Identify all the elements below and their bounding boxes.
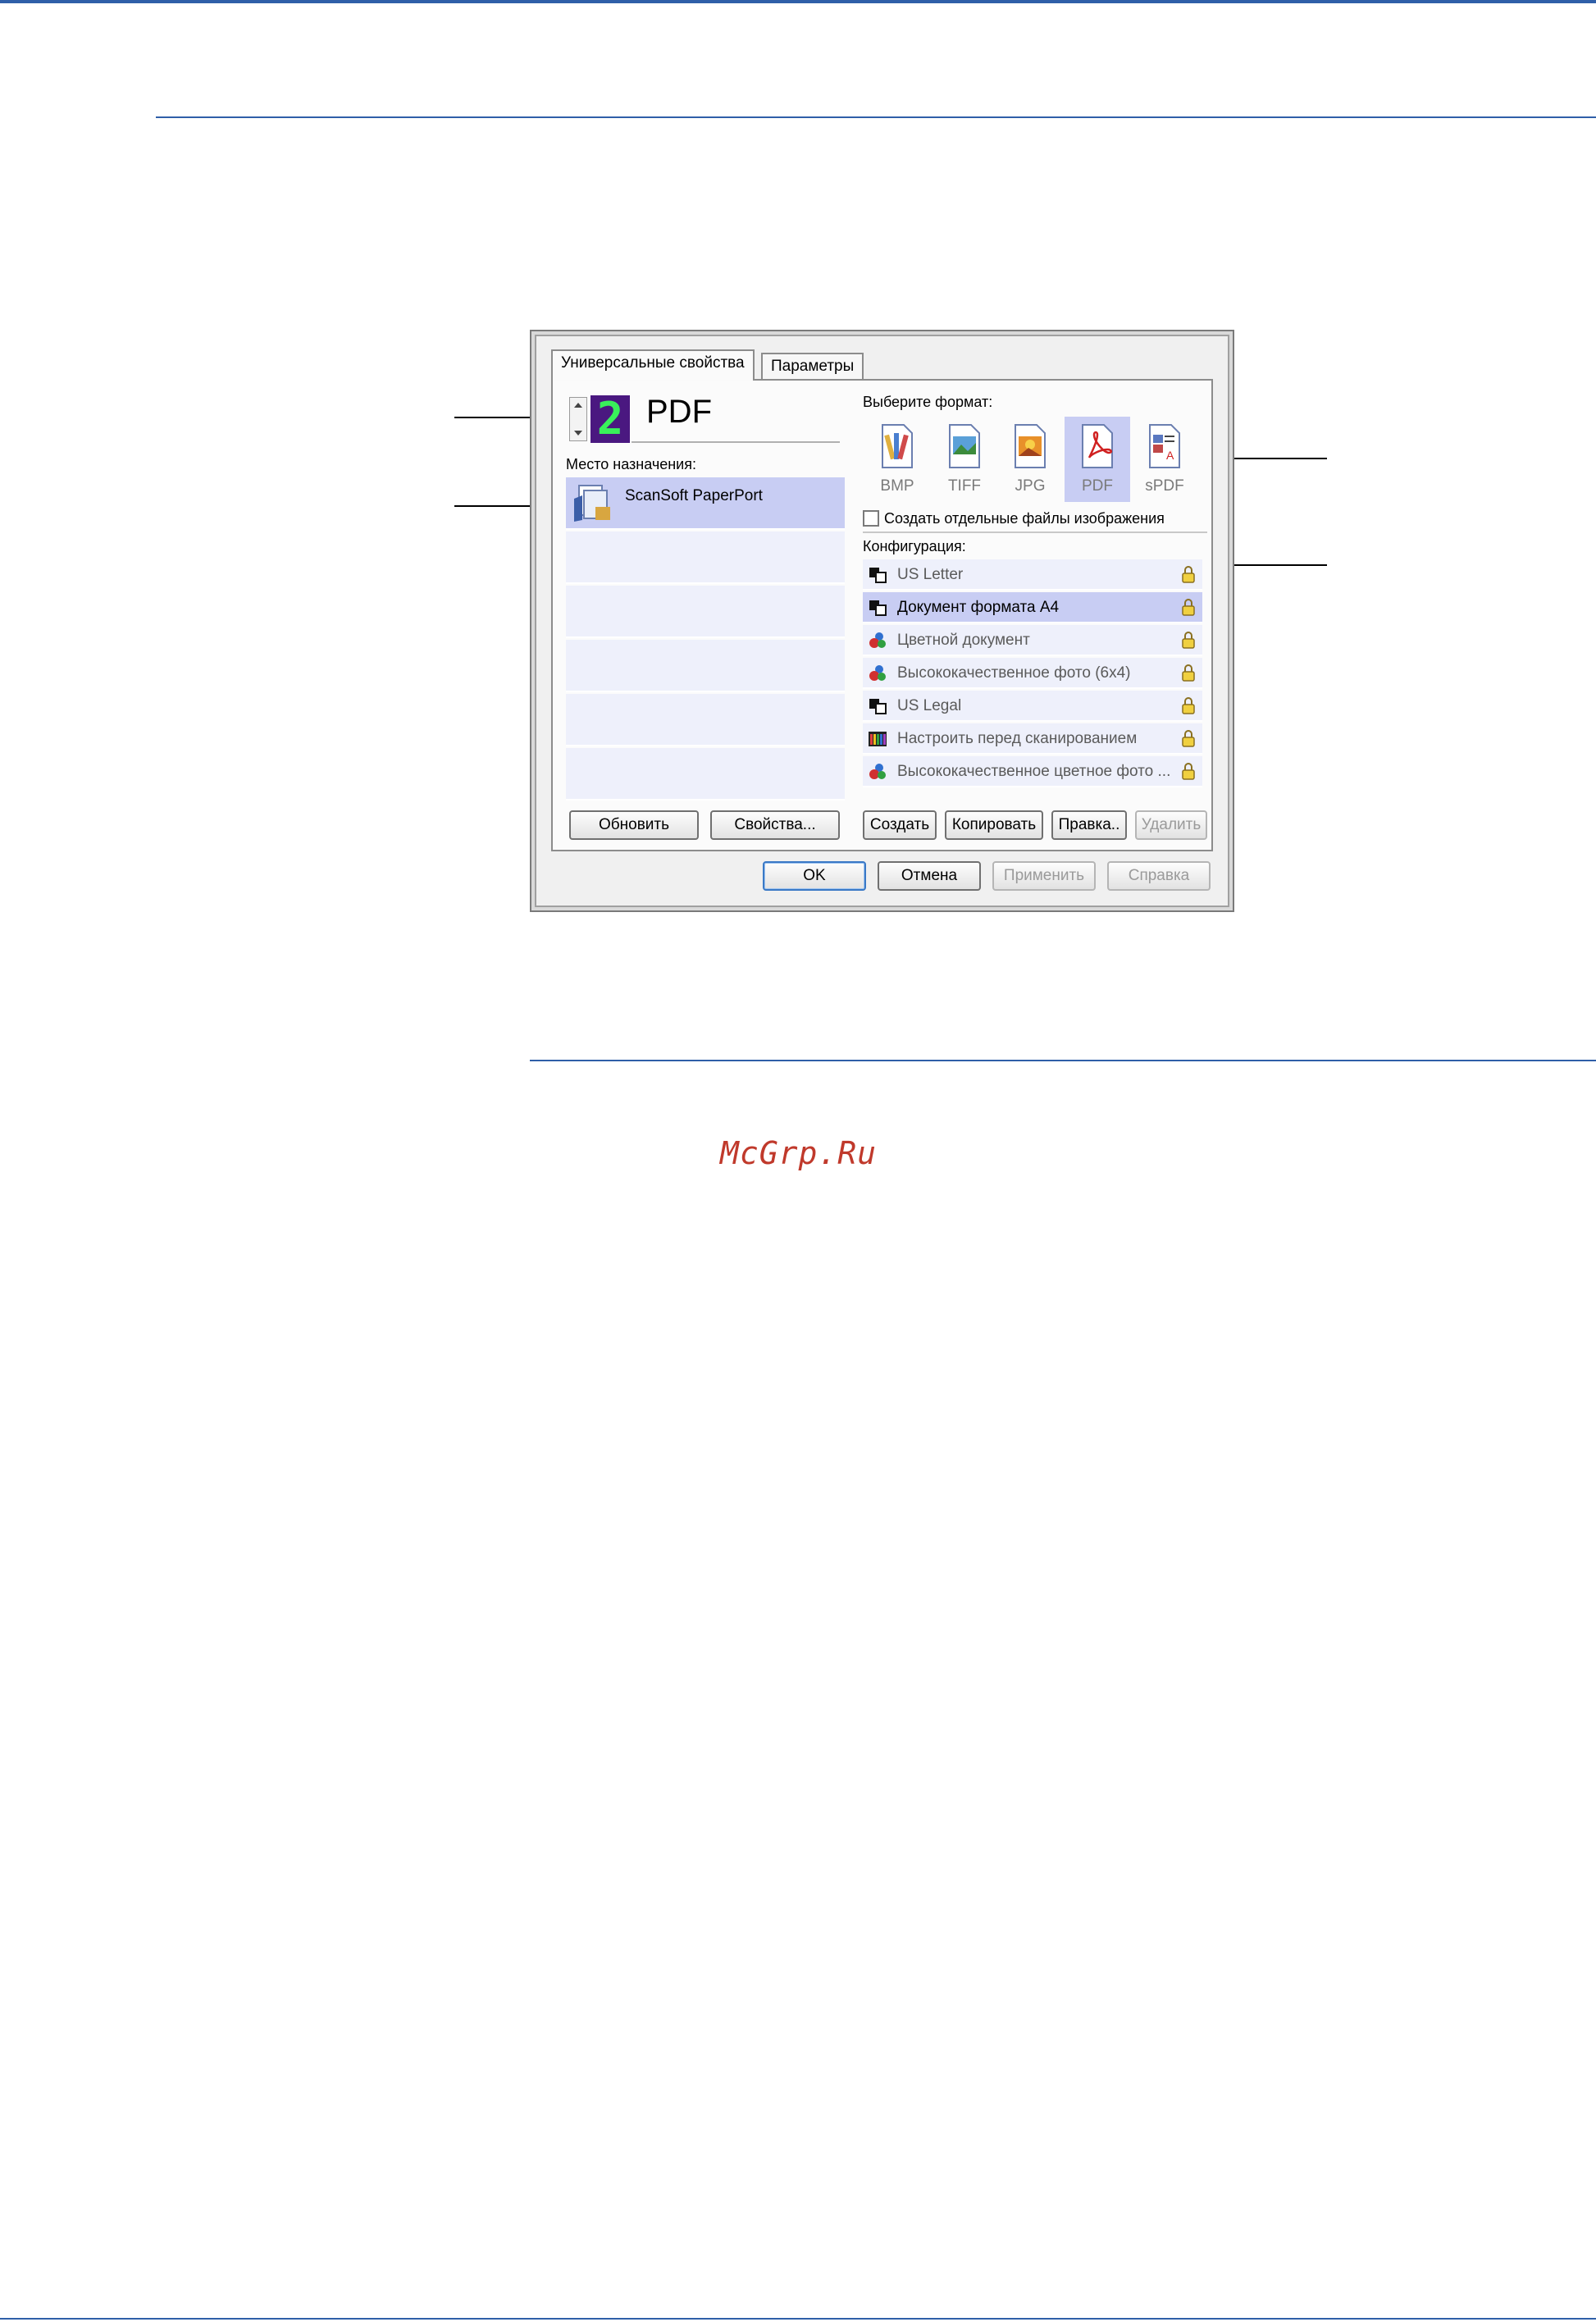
lock-icon — [1182, 566, 1195, 583]
destination-item[interactable]: ScanSoft PaperPort — [566, 477, 845, 530]
section-rule — [530, 1060, 1596, 1061]
tiff-file-icon — [949, 424, 980, 468]
destination-item-label: ScanSoft PaperPort — [625, 487, 763, 504]
tab-universal-properties[interactable]: Универсальные свойства — [551, 349, 755, 381]
format-jpg-label: JPG — [1015, 477, 1046, 495]
format-jpg[interactable]: JPG — [997, 417, 1063, 502]
color-config-icon — [869, 632, 886, 648]
config-item[interactable]: Высококачественное фото (6x4) — [863, 658, 1202, 689]
config-item[interactable]: Настроить перед сканированием — [863, 723, 1202, 755]
format-divider — [863, 531, 1207, 533]
svg-text:A: A — [1166, 449, 1174, 462]
watermark: McGrp.Ru — [720, 1135, 878, 1171]
config-item[interactable]: US Letter — [863, 559, 1202, 591]
edit-button[interactable]: Правка.. — [1051, 810, 1127, 840]
copy-button[interactable]: Копировать — [945, 810, 1043, 840]
separate-files-label[interactable]: Создать отдельные файлы изображения — [884, 510, 1165, 527]
format-spdf-label: sPDF — [1145, 477, 1184, 495]
create-button[interactable]: Создать — [863, 810, 937, 840]
configuration-label: Конфигурация: — [863, 538, 966, 554]
configure-config-icon — [869, 732, 887, 746]
format-bmp-label: BMP — [880, 477, 914, 495]
lock-icon — [1182, 599, 1195, 616]
color-config-icon — [869, 665, 886, 681]
pdf-file-icon — [1082, 424, 1113, 468]
config-item[interactable]: US Legal — [863, 691, 1202, 722]
lock-icon — [1182, 697, 1195, 714]
format-tiff[interactable]: TIFF — [932, 417, 997, 502]
format-spdf[interactable]: A sPDF — [1132, 417, 1197, 502]
destination-list: ScanSoft PaperPort — [566, 477, 845, 801]
destination-label: Место назначения: — [566, 456, 696, 472]
format-label: Выберите формат: — [863, 394, 993, 410]
config-item-label: Высококачественное фото (6x4) — [897, 664, 1131, 682]
bw-config-icon — [869, 699, 887, 714]
header-rule — [156, 116, 1596, 118]
config-item[interactable]: Документ формата A4 — [863, 592, 1202, 623]
lock-icon — [1182, 730, 1195, 747]
config-item-label: Цветной документ — [897, 632, 1030, 649]
format-pdf-label: PDF — [1082, 477, 1113, 495]
config-item-label: Высококачественное цветное фото ... — [897, 763, 1171, 780]
spdf-file-icon: A — [1149, 424, 1180, 468]
format-pdf[interactable]: PDF — [1065, 417, 1130, 502]
tab-parameters[interactable]: Параметры — [761, 353, 864, 381]
format-tiff-label: TIFF — [947, 477, 982, 495]
paperport-icon — [574, 485, 610, 522]
config-item-label: Документ формата A4 — [897, 599, 1060, 616]
destination-empty-row — [566, 640, 845, 692]
lock-icon — [1182, 632, 1195, 649]
top-page-rule — [0, 0, 1596, 3]
profile-number-display: 2 — [591, 395, 630, 443]
config-item-label: Настроить перед сканированием — [897, 730, 1138, 747]
ok-button[interactable]: OK — [763, 861, 866, 891]
bmp-file-icon — [882, 424, 913, 468]
spinner-up-arrow-icon[interactable] — [574, 403, 582, 408]
destination-empty-row — [566, 586, 845, 638]
bw-config-icon — [869, 568, 887, 583]
profile-spinner[interactable] — [569, 397, 587, 441]
bw-config-icon — [869, 600, 887, 616]
delete-button[interactable]: Удалить — [1135, 810, 1207, 840]
apply-button[interactable]: Применить — [992, 861, 1096, 891]
properties-button[interactable]: Свойства... — [710, 810, 840, 840]
format-bmp[interactable]: BMP — [864, 417, 930, 502]
separate-files-checkbox[interactable] — [863, 510, 879, 527]
jpg-file-icon — [1015, 424, 1046, 468]
destination-empty-row — [566, 748, 845, 801]
config-item-label: US Legal — [897, 697, 962, 714]
spinner-down-arrow-icon[interactable] — [574, 431, 582, 436]
color-config-icon — [869, 764, 886, 779]
cancel-button[interactable]: Отмена — [878, 861, 981, 891]
config-item[interactable]: Высококачественное цветное фото ... — [863, 756, 1202, 787]
lock-icon — [1182, 763, 1195, 780]
destination-empty-row — [566, 694, 845, 746]
destination-empty-row — [566, 531, 845, 584]
refresh-button[interactable]: Обновить — [569, 810, 699, 840]
config-item[interactable]: Цветной документ — [863, 625, 1202, 656]
footer-rule — [0, 2318, 1596, 2320]
profile-name: PDF — [646, 394, 712, 430]
help-button[interactable]: Справка — [1107, 861, 1211, 891]
lock-icon — [1182, 664, 1195, 682]
profile-name-underline — [632, 441, 840, 443]
config-item-label: US Letter — [897, 566, 964, 583]
